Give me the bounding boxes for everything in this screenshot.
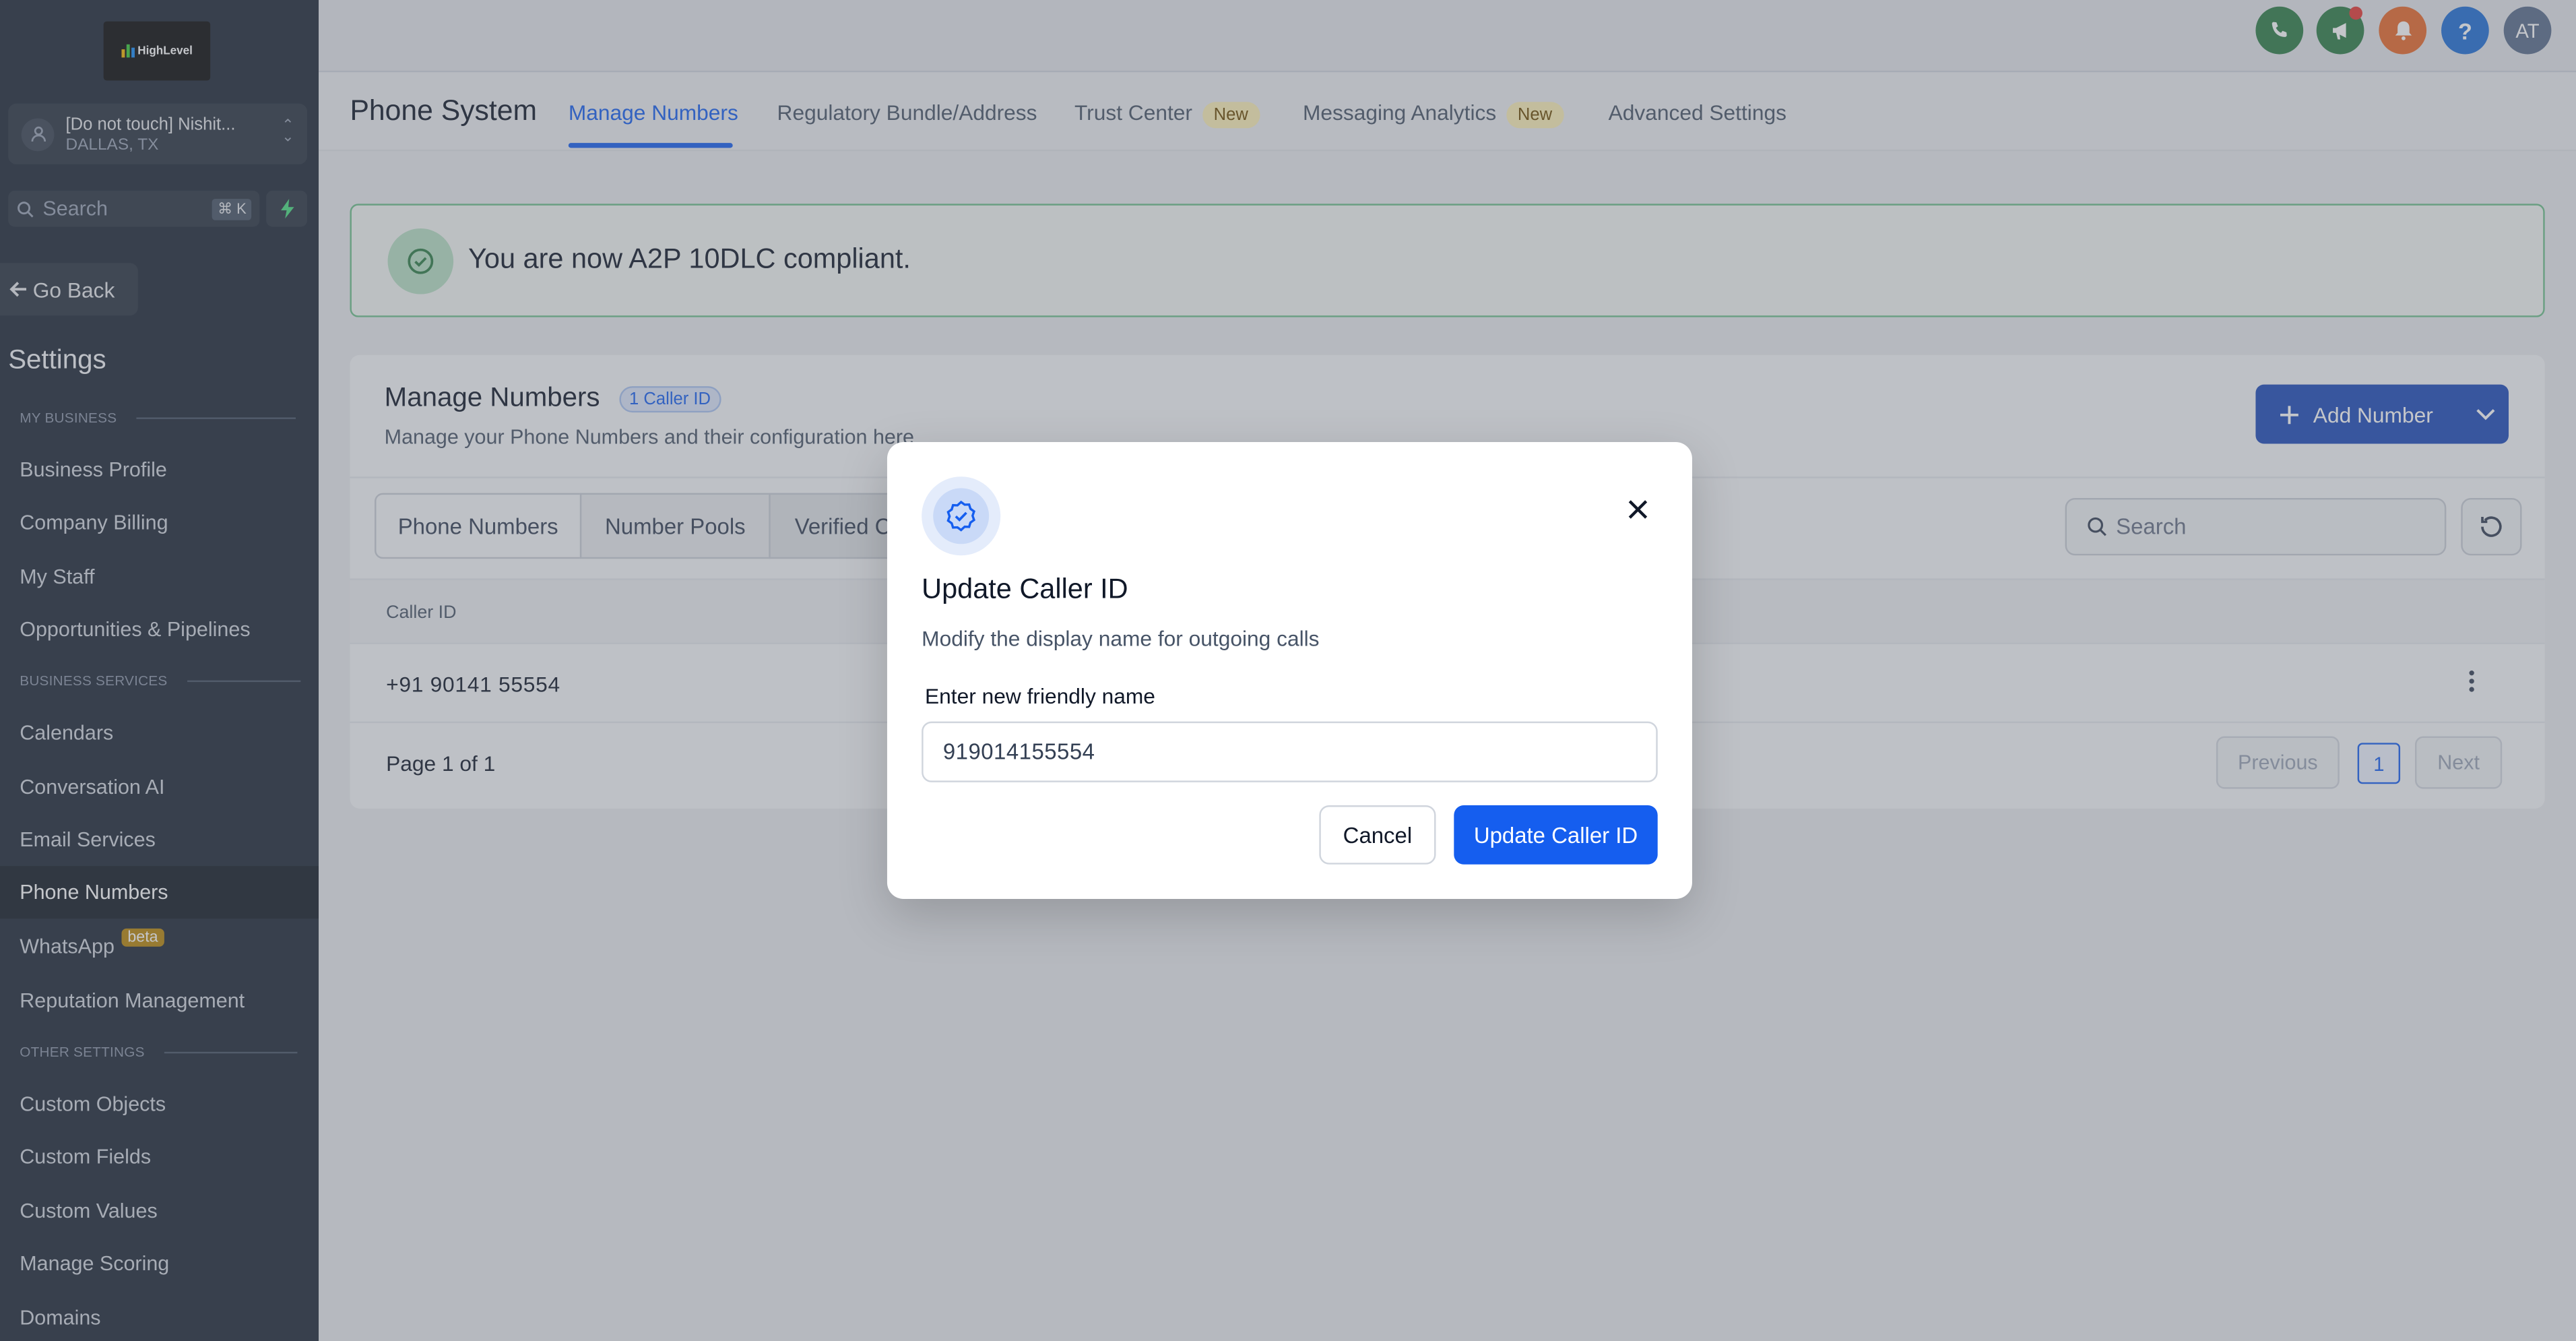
close-icon[interactable] [1623,495,1653,524]
modal-subtitle: Modify the display name for outgoing cal… [922,626,1320,651]
verified-badge-icon [922,476,1001,556]
update-caller-id-button[interactable]: Update Caller ID [1454,805,1658,865]
modal-title: Update Caller ID [922,573,1128,605]
friendly-name-input[interactable] [922,721,1658,782]
update-caller-id-modal: Update Caller ID Modify the display name… [887,442,1692,900]
cancel-button[interactable]: Cancel [1319,805,1436,865]
friendly-name-label: Enter new friendly name [925,683,1155,709]
